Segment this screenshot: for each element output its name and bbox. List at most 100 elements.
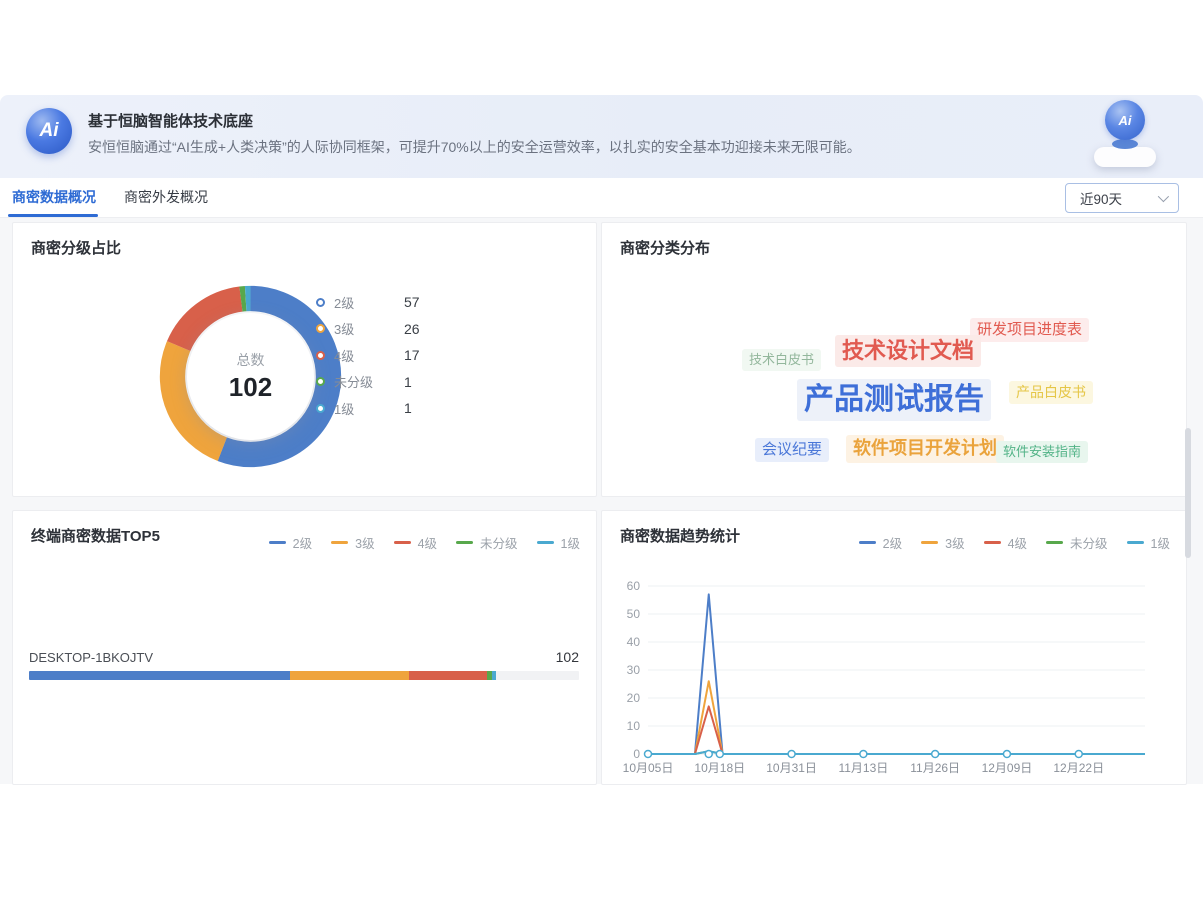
y-axis-label: 10 xyxy=(627,719,641,733)
top5-bar-row: DESKTOP-1BKOJTV102 xyxy=(29,649,579,680)
y-axis-label: 20 xyxy=(627,691,641,705)
legend-label: 3级 xyxy=(355,533,374,552)
donut-legend-item-2级[interactable]: 2级57 xyxy=(316,289,420,316)
legend-item-未分级[interactable]: 未分级 xyxy=(456,533,518,552)
top5-legend: 2级 3级 4级 未分级 1级 xyxy=(250,533,580,552)
category-wordcloud: 研发项目进度表技术白皮书技术设计文档产品白皮书产品测试报告会议纪要软件项目开发计… xyxy=(602,263,1186,496)
donut-legend: 2级573级264级17未分级11级1 xyxy=(316,289,420,422)
data-point-marker xyxy=(1003,751,1010,758)
legend-dash-icon xyxy=(331,541,348,544)
legend-ring-icon xyxy=(316,377,325,386)
panel-terminal-top5: 终端商密数据TOP5 2级3级4级未分级1级 DESKTOP-1BKOJTV10… xyxy=(12,510,597,785)
legend-label: 3级 xyxy=(334,319,404,338)
donut-legend-item-3级[interactable]: 3级26 xyxy=(316,316,420,343)
legend-dash-icon xyxy=(921,541,938,544)
donut-legend-item-4级[interactable]: 4级17 xyxy=(316,342,420,369)
data-point-marker xyxy=(705,751,712,758)
data-point-marker xyxy=(716,751,723,758)
tab-shangmi-data-overview[interactable]: 商密数据概况 xyxy=(12,178,96,217)
legend-label: 4级 xyxy=(1008,533,1027,552)
panel-trend-stats: 商密数据趋势统计 2级3级4级未分级1级 010203040506010月05日… xyxy=(601,510,1187,785)
legend-dash-icon xyxy=(269,541,286,544)
legend-item-4级[interactable]: 4级 xyxy=(394,533,437,552)
panel-category-title: 商密分类分布 xyxy=(620,237,710,258)
trend-legend: 2级 3级 4级 未分级 1级 xyxy=(840,533,1170,552)
legend-dash-icon xyxy=(1127,541,1144,544)
panel-category-distribution: 商密分类分布 研发项目进度表技术白皮书技术设计文档产品白皮书产品测试报告会议纪要… xyxy=(601,222,1187,497)
time-range-value: 近90天 xyxy=(1080,188,1122,208)
y-axis-label: 50 xyxy=(627,607,641,621)
y-axis-label: 0 xyxy=(633,747,640,761)
wordcloud-tag[interactable]: 研发项目进度表 xyxy=(970,318,1089,342)
brand-ai-logo-icon: Ai xyxy=(26,108,72,154)
wordcloud-tag[interactable]: 软件项目开发计划 xyxy=(846,435,1004,463)
legend-label: 未分级 xyxy=(480,533,518,552)
legend-item-3级[interactable]: 3级 xyxy=(921,533,964,552)
legend-dash-icon xyxy=(394,541,411,544)
donut-center-label: 总数 xyxy=(237,350,265,370)
donut-center: 总数 102 xyxy=(187,313,314,440)
legend-label: 1级 xyxy=(334,399,404,418)
x-axis-label: 10月05日 xyxy=(623,761,674,775)
data-point-marker xyxy=(1075,751,1082,758)
x-axis-label: 12月22日 xyxy=(1053,761,1104,775)
ai-robot-mascot-icon: Ai xyxy=(1090,98,1160,176)
legend-item-2级[interactable]: 2级 xyxy=(269,533,312,552)
legend-item-1级[interactable]: 1级 xyxy=(1127,533,1170,552)
y-axis-label: 40 xyxy=(627,635,641,649)
header-subtitle: 安恒恒脑通过“AI生成+人类决策”的人际协同框架，可提升70%以上的安全运营效率… xyxy=(88,137,861,157)
legend-item-2级[interactable]: 2级 xyxy=(859,533,902,552)
legend-label: 2级 xyxy=(334,293,404,312)
legend-dash-icon xyxy=(984,541,1001,544)
active-tab-underline xyxy=(8,214,98,217)
time-range-dropdown[interactable]: 近90天 xyxy=(1065,183,1179,213)
legend-item-4级[interactable]: 4级 xyxy=(984,533,1027,552)
tab-bar: 商密数据概况 商密外发概况 xyxy=(0,178,1203,218)
legend-label: 4级 xyxy=(334,346,404,365)
legend-value: 1 xyxy=(404,374,412,390)
legend-value: 1 xyxy=(404,400,412,416)
legend-value: 57 xyxy=(404,294,420,310)
wordcloud-tag[interactable]: 软件安装指南 xyxy=(996,441,1088,463)
wordcloud-tag[interactable]: 技术设计文档 xyxy=(835,335,981,367)
bar-segment-4级 xyxy=(409,671,487,680)
data-point-marker xyxy=(788,751,795,758)
data-point-marker xyxy=(645,751,652,758)
x-axis-label: 12月09日 xyxy=(982,761,1033,775)
legend-item-未分级[interactable]: 未分级 xyxy=(1046,533,1108,552)
legend-ring-icon xyxy=(316,298,325,307)
panel-grade-ratio: 商密分级占比 总数 102 2级573级264级17未分级11级1 xyxy=(12,222,597,497)
terminal-name: DESKTOP-1BKOJTV xyxy=(29,650,153,665)
donut-legend-item-未分级[interactable]: 未分级1 xyxy=(316,369,420,396)
legend-label: 3级 xyxy=(945,533,964,552)
legend-label: 2级 xyxy=(293,533,312,552)
legend-label: 未分级 xyxy=(1070,533,1108,552)
x-axis-label: 11月26日 xyxy=(910,761,960,775)
header-title: 基于恒脑智能体技术底座 xyxy=(88,110,253,131)
legend-label: 1级 xyxy=(561,533,580,552)
trend-line-2级 xyxy=(648,594,1145,754)
page-scrollbar-thumb[interactable] xyxy=(1185,428,1191,558)
wordcloud-tag[interactable]: 会议纪要 xyxy=(755,438,829,462)
donut-legend-item-1级[interactable]: 1级1 xyxy=(316,395,420,422)
wordcloud-tag[interactable]: 产品测试报告 xyxy=(797,379,991,421)
wordcloud-tag[interactable]: 产品白皮书 xyxy=(1009,381,1093,404)
bar-segment-2级 xyxy=(29,671,290,680)
tab-shangmi-outgoing-overview[interactable]: 商密外发概况 xyxy=(124,178,208,217)
data-point-marker xyxy=(860,751,867,758)
legend-label: 2级 xyxy=(883,533,902,552)
robot-neck xyxy=(1112,139,1138,149)
header-band: Ai 基于恒脑智能体技术底座 安恒恒脑通过“AI生成+人类决策”的人际协同框架，… xyxy=(0,95,1203,178)
legend-item-3级[interactable]: 3级 xyxy=(331,533,374,552)
legend-ring-icon xyxy=(316,404,325,413)
trend-line-chart: 010203040506010月05日10月18日10月31日11月13日11月… xyxy=(610,566,1180,784)
legend-item-1级[interactable]: 1级 xyxy=(537,533,580,552)
wordcloud-tag[interactable]: 技术白皮书 xyxy=(742,349,821,371)
legend-ring-icon xyxy=(316,324,325,333)
donut-center-value: 102 xyxy=(229,372,272,403)
robot-body xyxy=(1094,147,1156,167)
x-axis-label: 10月31日 xyxy=(766,761,817,775)
panel-grade-ratio-title: 商密分级占比 xyxy=(31,237,121,258)
legend-value: 17 xyxy=(404,347,420,363)
data-point-marker xyxy=(932,751,939,758)
